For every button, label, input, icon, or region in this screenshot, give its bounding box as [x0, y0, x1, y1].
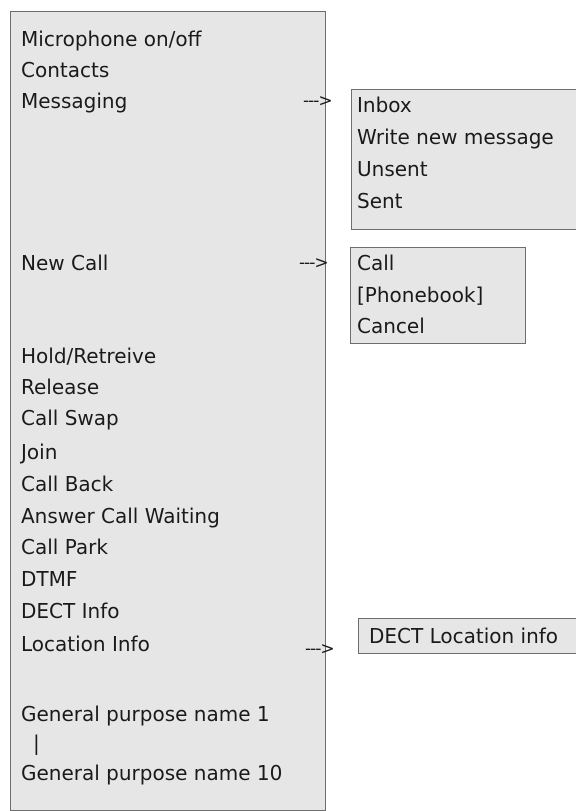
menu-item-answer-call-waiting[interactable]: Answer Call Waiting — [21, 501, 220, 531]
submenu-item-dect-location-info[interactable]: DECT Location info — [369, 621, 558, 651]
menu-item-general-purpose-1[interactable]: General purpose name 1 — [21, 699, 270, 729]
submenu-item-unsent[interactable]: Unsent — [357, 154, 428, 184]
menu-item-hold-retrieve[interactable]: Hold/Retreive — [21, 341, 156, 371]
submenu-item-inbox[interactable]: Inbox — [357, 90, 412, 120]
submenu-item-sent[interactable]: Sent — [357, 186, 403, 216]
submenu-item-phonebook[interactable]: [Phonebook] — [357, 280, 483, 310]
submenu-item-call[interactable]: Call — [357, 248, 394, 278]
menu-item-dtmf[interactable]: DTMF — [21, 564, 77, 594]
menu-item-microphone[interactable]: Microphone on/off — [21, 24, 201, 54]
menu-item-new-call[interactable]: New Call — [21, 248, 108, 278]
menu-item-general-purpose-10[interactable]: General purpose name 10 — [21, 758, 282, 788]
menu-item-call-swap[interactable]: Call Swap — [21, 403, 119, 433]
arrow-location-info: ---> — [305, 639, 335, 659]
menu-item-release[interactable]: Release — [21, 372, 99, 402]
submenu-item-write-new-message[interactable]: Write new message — [357, 122, 554, 152]
menu-item-join[interactable]: Join — [21, 437, 57, 467]
menu-item-messaging[interactable]: Messaging — [21, 86, 127, 116]
menu-item-call-back[interactable]: Call Back — [21, 469, 113, 499]
menu-item-location-info[interactable]: Location Info — [21, 629, 150, 659]
submenu-item-cancel[interactable]: Cancel — [357, 311, 425, 341]
menu-item-dect-info[interactable]: DECT Info — [21, 596, 119, 626]
arrow-messaging: ---> — [303, 91, 333, 111]
menu-item-call-park[interactable]: Call Park — [21, 532, 108, 562]
arrow-new-call: ---> — [299, 253, 329, 273]
menu-range-separator: | — [33, 731, 40, 755]
menu-item-contacts[interactable]: Contacts — [21, 55, 109, 85]
